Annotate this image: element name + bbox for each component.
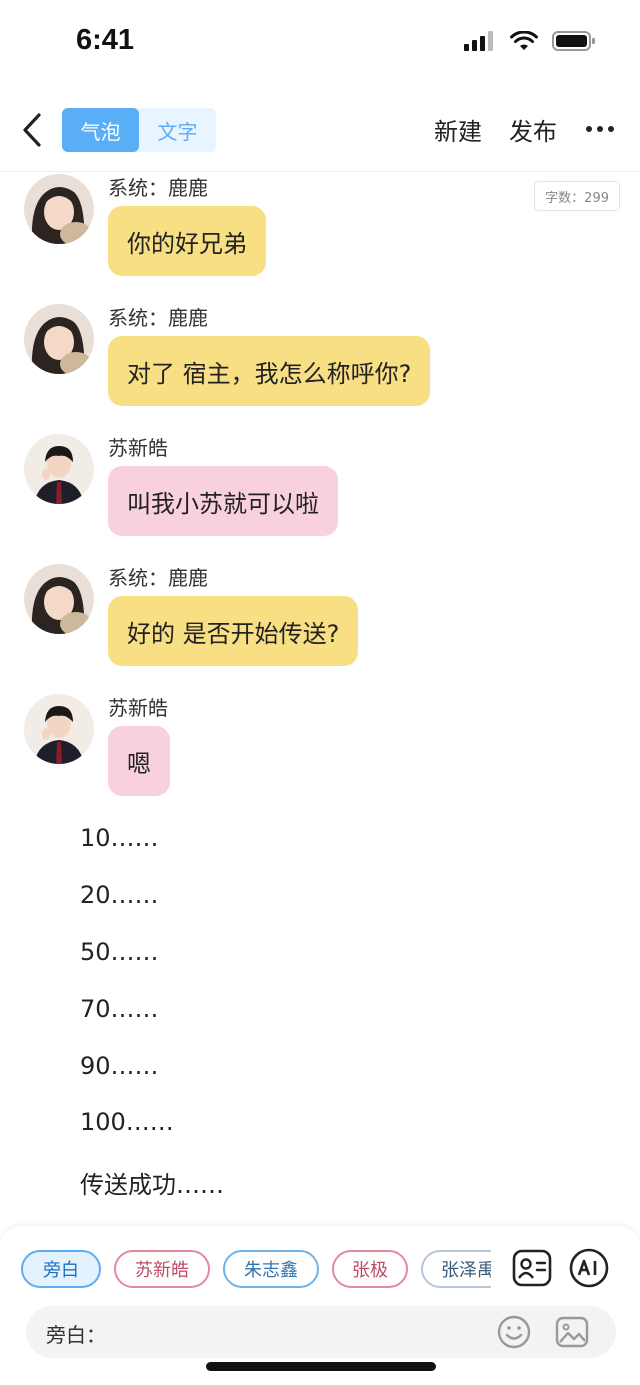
sender-name: 系统：鹿鹿	[108, 176, 208, 200]
more-dot	[586, 126, 592, 132]
narration-line[interactable]: 50……	[80, 938, 159, 966]
narration-line[interactable]: 20……	[80, 881, 159, 909]
chevron-left-icon	[23, 113, 41, 147]
role-chip-zhangze[interactable]: 张泽禹	[421, 1250, 491, 1288]
more-button[interactable]	[586, 126, 614, 132]
avatar-boy-image	[24, 434, 94, 504]
message-input[interactable]: 旁白：	[26, 1306, 616, 1358]
nav-bar: 气泡 文字 新建 发布	[0, 90, 640, 172]
message-bubble[interactable]: 你的好兄弟	[108, 206, 266, 276]
avatar-user[interactable]	[24, 434, 94, 504]
avatar-girl-image	[24, 174, 94, 244]
wifi-icon	[510, 31, 538, 50]
status-icons	[464, 30, 596, 52]
avatar-girl-image	[24, 564, 94, 634]
character-card-icon	[512, 1249, 552, 1287]
publish-button[interactable]: 发布	[509, 112, 557, 147]
avatar-system[interactable]	[24, 174, 94, 244]
mode-toggle: 气泡 文字	[62, 108, 216, 152]
home-indicator	[206, 1362, 436, 1371]
emoji-button[interactable]	[494, 1312, 534, 1352]
avatar-system[interactable]	[24, 564, 94, 634]
more-dot	[608, 126, 614, 132]
image-button[interactable]	[552, 1312, 592, 1352]
avatar-girl-image	[24, 304, 94, 374]
signal-icon	[464, 31, 493, 51]
sender-name: 苏新皓	[108, 436, 168, 460]
status-bar: 6:41	[0, 0, 640, 90]
message-bubble[interactable]: 好的 是否开始传送?	[108, 596, 359, 666]
image-icon	[555, 1316, 589, 1348]
ai-button[interactable]	[567, 1246, 611, 1290]
mode-text-tab[interactable]: 文字	[139, 108, 216, 152]
status-time: 6:41	[76, 24, 135, 56]
role-chip-su[interactable]: 苏新皓	[114, 1250, 210, 1288]
character-card-button[interactable]	[510, 1246, 554, 1290]
emoji-icon	[497, 1315, 531, 1349]
narration-line[interactable]: 70……	[80, 995, 159, 1023]
narration-line[interactable]: 90……	[80, 1052, 159, 1080]
role-chip-narration[interactable]: 旁白	[21, 1250, 101, 1288]
message-bubble[interactable]: 嗯	[108, 726, 170, 796]
narration-line[interactable]: 100……	[80, 1108, 174, 1136]
role-chip-zhang[interactable]: 张极	[332, 1250, 408, 1288]
mode-bubble-tab[interactable]: 气泡	[62, 108, 139, 152]
narration-line[interactable]: 10……	[80, 824, 159, 852]
ai-icon	[569, 1248, 609, 1288]
avatar-system[interactable]	[24, 304, 94, 374]
sender-name: 系统：鹿鹿	[108, 306, 208, 330]
new-button[interactable]: 新建	[434, 112, 482, 147]
role-chip-zhu[interactable]: 朱志鑫	[223, 1250, 319, 1288]
role-selector: 旁白 苏新皓 朱志鑫 张极 张泽禹	[0, 1246, 640, 1292]
battery-icon	[552, 31, 595, 51]
avatar-boy-image	[24, 694, 94, 764]
word-count-badge: 字数：299	[534, 181, 620, 211]
back-button[interactable]	[14, 108, 50, 152]
input-role-label: 旁白：	[46, 1323, 106, 1347]
narration-line[interactable]: 传送成功……	[80, 1165, 224, 1200]
more-dot	[597, 126, 603, 132]
sender-name: 系统：鹿鹿	[108, 566, 208, 590]
message-bubble[interactable]: 叫我小苏就可以啦	[108, 466, 338, 536]
sender-name: 苏新皓	[108, 696, 168, 720]
message-bubble[interactable]: 对了 宿主，我怎么称呼你?	[108, 336, 431, 406]
avatar-user[interactable]	[24, 694, 94, 764]
